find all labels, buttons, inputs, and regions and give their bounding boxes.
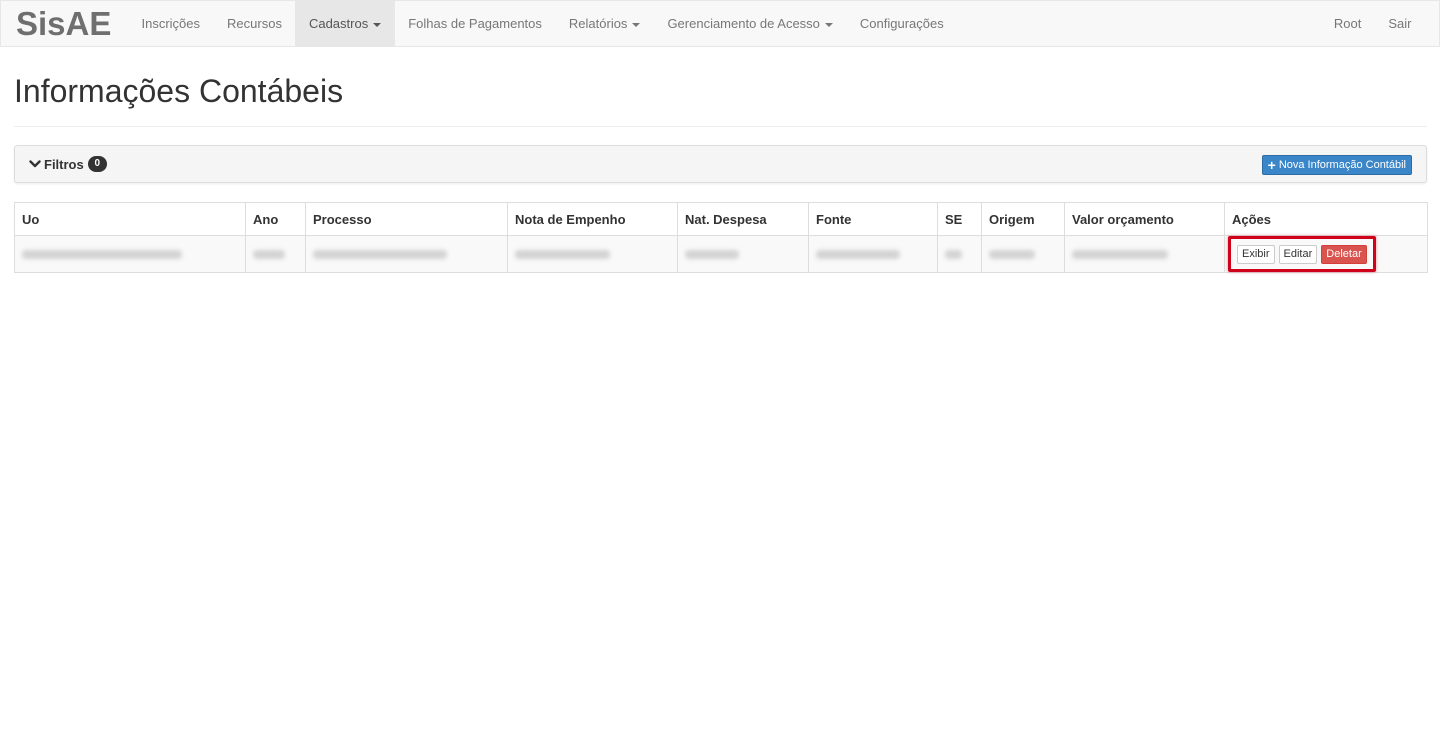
nav-item-configuracoes[interactable]: Configurações [846, 1, 957, 46]
nav-item-inscricoes[interactable]: Inscrições [128, 1, 214, 46]
plus-icon: + [1267, 157, 1276, 173]
cell-processo [305, 235, 508, 273]
redacted-value [989, 249, 1035, 259]
column-header-valor-orcamento: Valor orçamento [1064, 202, 1225, 236]
nav-item-cadastros[interactable]: Cadastros [295, 1, 395, 46]
cell-valor-orcamento [1064, 235, 1225, 273]
column-header-processo: Processo [305, 202, 508, 236]
nav-item-label: Configurações [859, 16, 944, 31]
redacted-value [313, 249, 447, 259]
redacted-value [945, 249, 962, 259]
redacted-value [22, 249, 182, 259]
filters-label: Filtros [44, 156, 84, 172]
column-header-acoes: Ações [1224, 202, 1428, 236]
table-header-row: Uo Ano Processo Nota de Empenho Nat. Des… [14, 202, 1428, 236]
caret-down-icon [632, 22, 641, 27]
column-header-nat-despesa: Nat. Despesa [677, 202, 809, 236]
cell-fonte [808, 235, 938, 273]
nav-item-recursos[interactable]: Recursos [214, 1, 296, 46]
nav-item-label: Cadastros [308, 16, 369, 31]
brand-logo[interactable]: SisAE [16, 5, 111, 43]
cell-acoes: Exibir Editar Deletar [1224, 235, 1428, 273]
cell-ano [245, 235, 306, 273]
cell-uo [14, 235, 246, 273]
column-header-fonte: Fonte [808, 202, 938, 236]
actions-highlight: Exibir Editar Deletar [1228, 236, 1376, 272]
nav-item-label: Sair [1388, 16, 1412, 31]
redacted-value [515, 249, 610, 259]
new-accounting-info-label: Nova Informação Contábil [1278, 159, 1406, 171]
redacted-value [685, 249, 739, 259]
nav-item-logout[interactable]: Sair [1375, 1, 1425, 46]
caret-down-icon [824, 22, 833, 27]
filters-panel: Filtros 0 + Nova Informação Contábil [14, 145, 1427, 183]
nav-item-label: Recursos [227, 16, 282, 31]
cell-origem [981, 235, 1065, 273]
top-navbar: SisAE Inscrições Recursos Cadastros Folh… [0, 0, 1440, 47]
column-header-nota-de-empenho: Nota de Empenho [507, 202, 678, 236]
delete-button[interactable]: Deletar [1321, 245, 1367, 264]
nav-item-label: Folhas de Pagamentos [408, 16, 542, 31]
new-accounting-info-button[interactable]: + Nova Informação Contábil [1261, 155, 1412, 175]
user-nav: Root Sair [1320, 1, 1425, 46]
view-button[interactable]: Exibir [1237, 245, 1275, 264]
filters-toggle[interactable]: Filtros 0 [29, 156, 107, 172]
cell-se [937, 235, 982, 273]
nav-item-label: Inscrições [141, 16, 201, 31]
nav-item-label: Root [1333, 16, 1362, 31]
column-header-origem: Origem [981, 202, 1065, 236]
title-divider [14, 126, 1427, 127]
nav-item-relatorios[interactable]: Relatórios [555, 1, 654, 46]
nav-item-gerenciamento-de-acesso[interactable]: Gerenciamento de Acesso [654, 1, 846, 46]
nav-item-folhas-de-pagamentos[interactable]: Folhas de Pagamentos [395, 1, 556, 46]
main-nav: Inscrições Recursos Cadastros Folhas de … [128, 1, 957, 46]
table-row: Exibir Editar Deletar [14, 235, 1428, 273]
page-title: Informações Contábeis [14, 73, 344, 109]
cell-nat-despesa [677, 235, 809, 273]
redacted-value [816, 249, 900, 259]
nav-item-label: Relatórios [568, 16, 628, 31]
chevron-down-icon [29, 160, 41, 168]
nav-item-user-root[interactable]: Root [1320, 1, 1374, 46]
caret-down-icon [373, 22, 382, 27]
edit-button[interactable]: Editar [1278, 245, 1318, 264]
filters-count-badge: 0 [87, 156, 107, 172]
redacted-value [1072, 249, 1168, 259]
column-header-uo: Uo [14, 202, 246, 236]
redacted-value [253, 249, 285, 259]
column-header-se: SE [937, 202, 982, 236]
column-header-ano: Ano [245, 202, 306, 236]
accounting-info-table: Uo Ano Processo Nota de Empenho Nat. Des… [14, 202, 1428, 273]
nav-item-label: Gerenciamento de Acesso [667, 16, 820, 31]
cell-nota-de-empenho [507, 235, 678, 273]
